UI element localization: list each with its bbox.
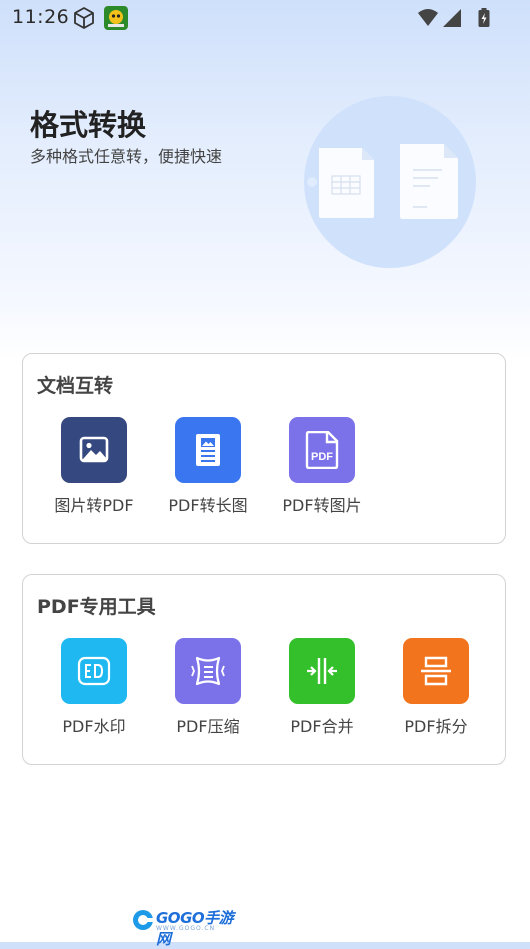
long-image-icon [196, 434, 220, 466]
tool-label: PDF转长图 [168, 496, 248, 515]
tool-icon-bg: PDF [289, 417, 355, 483]
section-document-convert: 文档互转 图片转PDF PDF转长图 PDF PDF转图片 [22, 353, 506, 544]
watermark-logo: GOGO手游网 WWW.GOGO.CN [132, 906, 236, 948]
tool-icon-bg [175, 417, 241, 483]
section-title: 文档互转 [37, 375, 114, 397]
section-pdf-tools: PDF专用工具 PDF水印 PDF压缩 PDF合并 PDF拆分 [22, 574, 506, 765]
split-icon [421, 656, 451, 686]
pdf-file-icon: PDF [305, 431, 339, 469]
logo-icon [133, 910, 153, 930]
logo-sub: WWW.GOGO.CN [156, 925, 216, 932]
status-bar: 11:26 [0, 0, 530, 36]
tool-pdf-to-long-image[interactable]: PDF转长图 [153, 417, 263, 516]
tool-label: PDF拆分 [404, 717, 468, 736]
page-title: 格式转换 [30, 108, 147, 142]
section-title: PDF专用工具 [37, 596, 156, 618]
tool-icon-bg [289, 638, 355, 704]
battery-icon [478, 8, 490, 27]
status-time: 11:26 [12, 6, 70, 28]
image-icon [79, 436, 109, 463]
tool-pdf-split[interactable]: PDF拆分 [381, 638, 491, 737]
documents-illustration [304, 96, 476, 268]
tool-image-to-pdf[interactable]: 图片转PDF [39, 417, 149, 516]
tool-pdf-to-image[interactable]: PDF PDF转图片 [267, 417, 377, 516]
tool-pdf-watermark[interactable]: PDF水印 [39, 638, 149, 737]
compress-icon [191, 656, 225, 686]
tool-icon-bg [175, 638, 241, 704]
tool-label: PDF合并 [290, 717, 354, 736]
tool-label: PDF转图片 [282, 496, 362, 515]
svg-text:PDF: PDF [311, 451, 333, 463]
tool-label: 图片转PDF [54, 496, 134, 515]
tool-icon-bg [403, 638, 469, 704]
tool-pdf-merge[interactable]: PDF合并 [267, 638, 377, 737]
tool-icon-bg [61, 638, 127, 704]
tool-pdf-compress[interactable]: PDF压缩 [153, 638, 263, 737]
app-notification-icon [104, 6, 128, 30]
cube-icon [74, 7, 94, 29]
tool-label: PDF水印 [62, 717, 126, 736]
tool-label: PDF压缩 [176, 717, 240, 736]
page-subtitle: 多种格式任意转，便捷快速 [30, 147, 223, 166]
merge-icon [307, 658, 337, 684]
tool-icon-bg [61, 417, 127, 483]
watermark-icon [77, 656, 111, 686]
